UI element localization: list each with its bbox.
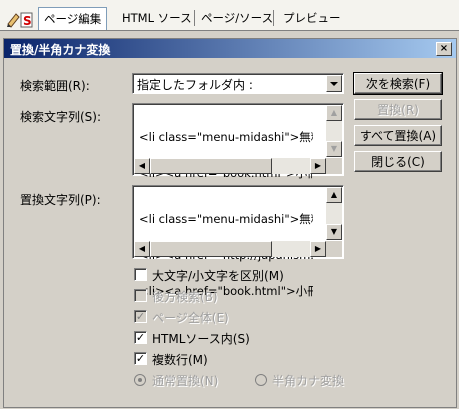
search-scope-select[interactable]: 指定したフォルダ内 : bbox=[132, 73, 344, 94]
scroll-corner bbox=[326, 241, 342, 257]
tab-page-edit[interactable]: ページ編集 bbox=[38, 7, 108, 31]
whole-page-label[interactable]: ページ全体(E) bbox=[152, 309, 229, 326]
replace-all-button[interactable]: すべて置換(A) bbox=[354, 125, 442, 146]
halfwidth-kana-label[interactable]: 半角カナ変換 bbox=[272, 372, 344, 389]
horizontal-scrollbar[interactable]: ◀ ▶ bbox=[134, 158, 326, 174]
replace-dialog: 置換/半角カナ変換 × 検索範囲(R): 指定したフォルダ内 : 検索文字列(S… bbox=[3, 38, 457, 408]
page-edit-icon: S bbox=[7, 12, 33, 28]
multi-line-checkbox[interactable]: ✓ bbox=[134, 352, 147, 365]
svg-text:S: S bbox=[23, 14, 32, 28]
search-text-label: 検索文字列(S): bbox=[20, 110, 102, 124]
html-source-checkbox[interactable]: ✓ bbox=[134, 331, 147, 344]
vertical-scrollbar[interactable]: ▲ ▼ bbox=[326, 187, 342, 240]
tab-separator bbox=[273, 10, 274, 26]
scroll-right-icon[interactable]: ▶ bbox=[310, 158, 326, 174]
scroll-thumb[interactable] bbox=[150, 241, 272, 257]
vertical-scrollbar[interactable]: ▲ ▼ bbox=[326, 105, 342, 157]
search-text-line: <li class="menu-midashi">無料サー bbox=[139, 130, 313, 144]
html-source-label[interactable]: HTMLソース内(S) bbox=[152, 330, 250, 347]
tab-page-source[interactable]: ページ/ソース bbox=[201, 9, 273, 27]
tab-preview[interactable]: プレビュー bbox=[283, 9, 341, 27]
scroll-thumb[interactable] bbox=[150, 158, 272, 174]
scroll-down-icon[interactable]: ▼ bbox=[326, 224, 342, 240]
horizontal-scrollbar[interactable]: ◀ ▶ bbox=[134, 241, 326, 257]
scroll-right-icon[interactable]: ▶ bbox=[310, 241, 326, 257]
tab-html-source[interactable]: HTML ソース bbox=[122, 9, 192, 27]
replace-button[interactable]: 置換(R) bbox=[354, 99, 442, 120]
replace-text-label: 置換文字列(P): bbox=[20, 193, 101, 207]
match-case-checkbox[interactable] bbox=[134, 268, 147, 281]
replace-text-line: <li class="menu-midashi">無料サー bbox=[139, 212, 313, 226]
tab-separator bbox=[194, 10, 195, 26]
scroll-up-icon[interactable]: ▲ bbox=[326, 187, 342, 203]
search-scope-value: 指定したフォルダ内 : bbox=[137, 78, 253, 92]
radio-selected-dot bbox=[138, 378, 142, 382]
close-button[interactable]: 閉じる(C) bbox=[354, 151, 442, 172]
scroll-corner bbox=[326, 158, 342, 174]
search-backward-label[interactable]: 後方検索(B) bbox=[152, 288, 218, 305]
dialog-titlebar[interactable]: 置換/半角カナ変換 × bbox=[4, 39, 456, 58]
match-case-label[interactable]: 大文字/小文字を区別(M) bbox=[152, 267, 284, 284]
close-icon[interactable]: × bbox=[436, 42, 452, 56]
dialog-title: 置換/半角カナ変換 bbox=[10, 43, 111, 57]
scroll-up-icon[interactable]: ▲ bbox=[326, 105, 342, 121]
multi-line-label[interactable]: 複数行(M) bbox=[152, 351, 208, 368]
halfwidth-kana-radio[interactable] bbox=[255, 374, 267, 386]
whole-page-checkbox[interactable]: ✓ bbox=[134, 310, 147, 323]
search-scope-label: 検索範囲(R): bbox=[20, 79, 90, 93]
chevron-down-icon[interactable] bbox=[326, 75, 342, 92]
tab-divider bbox=[0, 30, 459, 31]
search-backward-checkbox[interactable] bbox=[134, 289, 147, 302]
normal-replace-label[interactable]: 通常置換(N) bbox=[152, 372, 218, 389]
scroll-left-icon[interactable]: ◀ bbox=[134, 158, 150, 174]
normal-replace-radio[interactable] bbox=[134, 374, 146, 386]
find-next-button[interactable]: 次を検索(F) bbox=[353, 72, 443, 95]
scroll-down-icon[interactable]: ▼ bbox=[326, 141, 342, 157]
replace-text-field[interactable]: <li class="menu-midashi">無料サー <li><a hre… bbox=[132, 185, 344, 297]
scroll-left-icon[interactable]: ◀ bbox=[134, 241, 150, 257]
search-text-field[interactable]: <li class="menu-midashi">無料サー <li><a hre… bbox=[132, 103, 344, 179]
tab-strip: S ページ編集 HTML ソース ページ/ソース プレビュー bbox=[0, 0, 459, 31]
